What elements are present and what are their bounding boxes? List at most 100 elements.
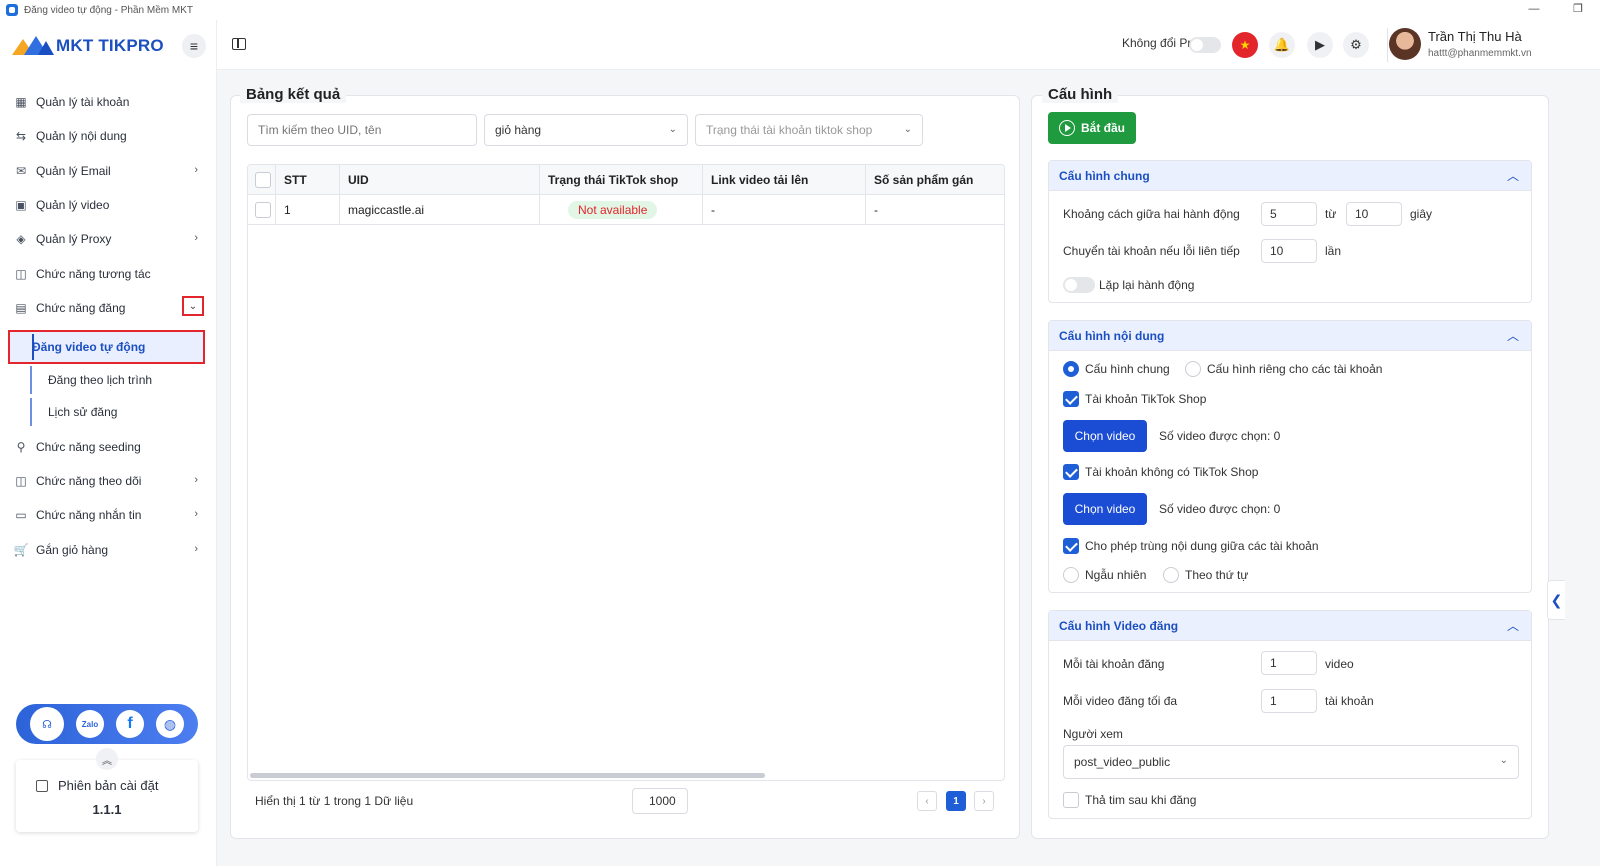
copy-icon — [36, 779, 48, 792]
table-row[interactable]: 1 magiccastle.ai Not available - - — [248, 195, 1004, 225]
cell-status: Not available — [540, 195, 703, 225]
sidebar-item-proxy[interactable]: ◈ Quản lý Proxy › — [14, 225, 204, 253]
repeat-toggle[interactable] — [1063, 277, 1095, 293]
column-header[interactable]: UID — [340, 165, 540, 195]
heart-after-post-checkbox[interactable] — [1063, 792, 1079, 808]
layout-toggle-icon[interactable] — [232, 38, 246, 50]
header-divider — [1387, 28, 1388, 62]
sidebar-item-content[interactable]: ⇆ Quản lý nội dung — [14, 122, 204, 150]
allow-duplicate-checkbox[interactable] — [1063, 538, 1079, 554]
no-shop-checkbox[interactable] — [1063, 464, 1079, 480]
page-scrollbar[interactable] — [1590, 70, 1600, 866]
column-header[interactable]: STT — [276, 165, 340, 195]
cell-products: - — [874, 203, 878, 217]
avatar[interactable] — [1389, 28, 1421, 60]
brand-name: MKT TIKPRO — [56, 36, 164, 55]
per-account-value: 1 — [1270, 656, 1277, 670]
layers-icon: ◈ — [16, 232, 26, 246]
row-select-cell — [248, 195, 276, 225]
sidebar-subitem-auto-post[interactable]: Đăng video tự động — [8, 330, 205, 364]
per-account-input[interactable]: 1 — [1261, 651, 1317, 675]
horizontal-scrollbar[interactable] — [250, 773, 765, 778]
general-config-header[interactable]: Cấu hình chung ︿ — [1049, 161, 1531, 191]
select-all-checkbox[interactable] — [255, 172, 271, 188]
choose-video-button[interactable]: Chọn video — [1063, 493, 1147, 525]
tiktok-shop-label: Tài khoản TikTok Shop — [1085, 392, 1207, 406]
facebook-icon[interactable]: f — [116, 710, 144, 738]
sidebar-item-messaging[interactable]: ▭ Chức năng nhắn tin › — [14, 501, 204, 529]
sidebar-item-label: Chức năng theo dõi — [36, 474, 142, 488]
zalo-icon[interactable]: Zalo — [76, 710, 104, 738]
column-header[interactable]: Số sản phẩm gán — [866, 165, 1004, 195]
chat-icon: ▭ — [15, 508, 27, 522]
top-header: Không đổi Proxy ★ 🔔 ▶ ⚙ Trần Thị Thu Hà … — [217, 20, 1600, 70]
delay-to-input[interactable]: 10 — [1346, 202, 1402, 226]
window-titlebar: Đăng video tự động - Phần Mềm MKT — ❐ — [0, 0, 1600, 20]
viewer-select[interactable]: post_video_public ⌄ — [1063, 745, 1519, 779]
sidebar-item-email[interactable]: ✉ Quản lý Email › — [14, 157, 204, 185]
proxy-toggle[interactable] — [1189, 37, 1221, 53]
shop-status-placeholder: Trạng thái tài khoản tiktok shop — [706, 123, 873, 137]
minimize-button[interactable]: — — [1512, 0, 1556, 20]
bell-icon[interactable]: 🔔 — [1269, 32, 1295, 58]
max-per-video-input[interactable]: 1 — [1261, 689, 1317, 713]
play-circle-icon[interactable]: ▶ — [1307, 32, 1333, 58]
switch-account-input[interactable]: 10 — [1261, 239, 1317, 263]
version-number: 1.1.1 — [92, 802, 122, 817]
language-flag-icon[interactable]: ★ — [1232, 32, 1258, 58]
chevron-down-icon: ⌄ — [668, 124, 677, 135]
prev-page-button[interactable]: ‹ — [917, 791, 937, 811]
menu-toggle-icon[interactable]: ≡ — [182, 34, 206, 58]
play-icon — [1058, 120, 1075, 136]
delay-from-input[interactable]: 5 — [1261, 202, 1317, 226]
cart-filter-select[interactable]: giỏ hàng ⌄ — [484, 114, 688, 146]
sidebar-item-video[interactable]: ▣ Quản lý video — [14, 191, 204, 219]
window-title: Đăng video tự động - Phần Mềm MKT — [24, 4, 193, 16]
side-panel-toggle-icon[interactable]: ❮ — [1547, 580, 1565, 620]
logo[interactable]: MKT TIKPRO ≡ — [12, 32, 208, 60]
status-badge: Not available — [568, 201, 658, 219]
sidebar-item-follow[interactable]: ◫ Chức năng theo dõi › — [14, 467, 204, 495]
headset-icon[interactable]: ☊ — [30, 707, 64, 741]
radio-in-order[interactable] — [1163, 567, 1179, 583]
sidebar-subitem-label: Đăng theo lịch trình — [48, 373, 153, 387]
sidebar-item-label: Chức năng tương tác — [36, 267, 151, 281]
sidebar-item-interaction[interactable]: ◫ Chức năng tương tác — [14, 260, 204, 288]
section-title: Cấu hình Video đăng — [1059, 619, 1179, 633]
sidebar-subitem-schedule[interactable]: Đăng theo lịch trình — [30, 366, 205, 394]
selected-video-count: Số video được chọn: 0 — [1159, 502, 1281, 516]
chevron-right-icon: › — [194, 508, 198, 520]
sidebar-item-posting[interactable]: ▤ Chức năng đăng ⌄ — [14, 294, 204, 322]
page-1-button[interactable]: 1 — [946, 791, 966, 811]
mail-icon: ✉ — [15, 164, 27, 178]
video-config-header[interactable]: Cấu hình Video đăng ︿ — [1049, 611, 1531, 641]
sidebar-item-seeding[interactable]: ⚲ Chức năng seeding — [14, 433, 204, 461]
chevron-up-icon: ︿ — [1506, 169, 1519, 183]
choose-video-button[interactable]: Chọn video — [1063, 420, 1147, 452]
radio-random[interactable] — [1063, 567, 1079, 583]
restore-button[interactable]: ❐ — [1556, 0, 1600, 20]
sidebar-item-cart[interactable]: 🛒 Gắn giỏ hàng › — [14, 536, 204, 564]
sidebar-item-accounts[interactable]: ▦ Quản lý tài khoản — [14, 88, 204, 116]
version-label: Phiên bản cài đặt — [58, 778, 159, 793]
sidebar-subitem-history[interactable]: Lịch sử đăng — [30, 398, 205, 426]
chevron-down-icon[interactable]: ⌄ — [182, 296, 204, 316]
search-input[interactable] — [247, 114, 477, 146]
swap-icon: ⇆ — [15, 129, 27, 143]
next-page-button[interactable]: › — [974, 791, 994, 811]
column-header[interactable]: Trạng thái TikTok shop — [540, 165, 703, 195]
sidebar-item-label: Chức năng đăng — [36, 301, 126, 315]
collapse-up-icon[interactable]: ︽ — [96, 748, 118, 770]
sidebar-item-label: Gắn giỏ hàng — [36, 543, 109, 557]
tiktok-shop-checkbox[interactable] — [1063, 391, 1079, 407]
gear-icon[interactable]: ⚙ — [1343, 32, 1369, 58]
content-config-header[interactable]: Cấu hình nội dung ︿ — [1049, 321, 1531, 351]
shop-status-select[interactable]: Trạng thái tài khoản tiktok shop ⌄ — [695, 114, 923, 146]
globe-icon[interactable]: ◍ — [156, 710, 184, 738]
row-checkbox[interactable] — [255, 202, 271, 218]
start-button[interactable]: Bắt đầu — [1048, 112, 1136, 144]
page-size-input[interactable]: 1000 — [632, 788, 688, 814]
radio-general-config[interactable] — [1063, 361, 1079, 377]
column-header[interactable]: Link video tải lên — [703, 165, 866, 195]
radio-private-config[interactable] — [1185, 361, 1201, 377]
